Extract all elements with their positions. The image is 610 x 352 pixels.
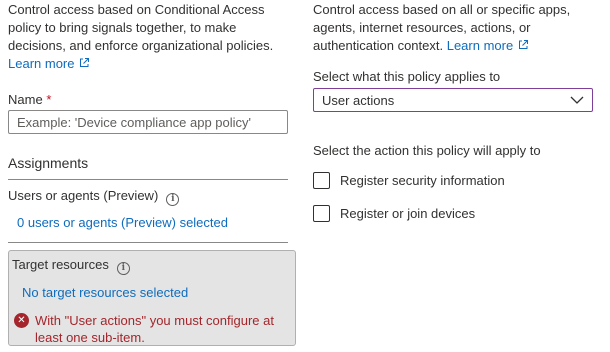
error-circle-icon: ✕ [14,313,29,328]
description-line: Control access based on Conditional Acce… [8,2,265,17]
assignments-heading: Assignments [8,155,89,171]
external-link-icon[interactable] [78,57,90,69]
external-link-icon[interactable] [517,39,529,51]
users-divider [8,242,288,243]
chevron-down-icon [570,96,584,104]
conditional-access-description: Control access based on Conditional Acce… [8,1,293,73]
validation-error: With "User actions" you must configure a… [35,312,295,346]
target-resources-link[interactable]: No target resources selected [22,285,188,300]
checkbox-box[interactable] [313,205,330,222]
checkbox-box[interactable] [313,172,330,189]
description-line: Control access based on all or specific … [313,2,571,17]
assignments-divider [8,179,288,180]
users-section-label: Users or agents (Preview) i [8,188,180,206]
description-line: decisions, and enforce organizational po… [8,38,274,53]
info-icon[interactable]: i [116,262,130,275]
description-line: agents, internet resources, actions, or [313,20,531,35]
name-label: Name * [8,92,51,107]
learn-more-link[interactable]: Learn more [8,56,74,71]
learn-more-link[interactable]: Learn more [447,38,513,53]
target-resources-description: Control access based on all or specific … [313,1,603,55]
applies-to-label: Select what this policy applies to [313,69,501,84]
description-line: policy to bring signals together, to mak… [8,20,237,35]
applies-to-dropdown[interactable]: User actions [313,88,593,112]
required-indicator: * [46,92,52,107]
checkbox-label: Register or join devices [340,206,476,221]
target-resources-label-row: Target resources i [12,257,130,275]
name-label-text: Name [8,92,43,107]
policy-name-input[interactable] [8,110,288,134]
target-resources-label: Target resources [12,257,109,272]
users-label: Users or agents (Preview) [8,188,159,203]
info-icon[interactable]: i [166,193,180,206]
checkbox-label: Register security information [340,173,505,188]
applies-to-selected-value: User actions [322,93,395,108]
error-line: With "User actions" you must configure a… [35,313,274,328]
target-resources-panel[interactable]: Target resources i No target resources se… [8,250,296,346]
error-line: least one sub-item. [35,330,145,345]
action-label: Select the action this policy will apply… [313,143,541,158]
users-selection-link[interactable]: 0 users or agents (Preview) selected [17,215,228,230]
description-line: authentication context. [313,38,444,53]
